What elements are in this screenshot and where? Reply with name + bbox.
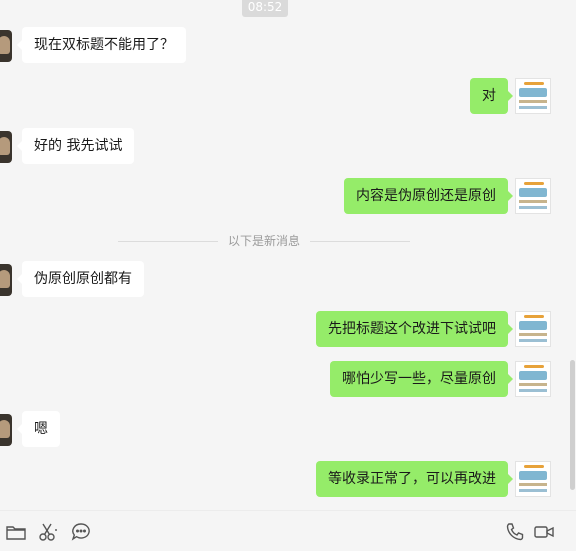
message-timestamp: 08:52 bbox=[242, 0, 288, 17]
message-bubble-incoming[interactable]: 好的 我先试试 bbox=[16, 128, 135, 164]
contact-avatar[interactable] bbox=[0, 30, 12, 62]
message-bubble-incoming[interactable]: 现在双标题不能用了？ bbox=[17, 27, 186, 63]
divider-line bbox=[310, 241, 410, 242]
contact-avatar[interactable] bbox=[0, 131, 12, 163]
message-bubble-outgoing[interactable]: 哪怕少写一些，尽量原创 bbox=[330, 361, 513, 397]
message-row: 好的 我先试试 bbox=[0, 128, 576, 168]
message-bubble-incoming[interactable]: 嗯 bbox=[17, 411, 60, 447]
my-avatar[interactable] bbox=[515, 78, 551, 114]
emoji-icon[interactable] bbox=[70, 521, 92, 543]
message-row: 先把标题这个改进下试试吧 bbox=[0, 311, 576, 351]
message-row: 嗯 bbox=[0, 411, 576, 451]
message-row: 对 bbox=[0, 78, 576, 118]
message-bubble-outgoing[interactable]: 先把标题这个改进下试试吧 bbox=[316, 311, 513, 347]
chat-messages-area[interactable]: 08:52 现在双标题不能用了？ 对 好的 我先试试 内容是伪原创还是原创 以下… bbox=[0, 0, 576, 510]
message-bubble-outgoing[interactable]: 内容是伪原创还是原创 bbox=[344, 178, 513, 214]
my-avatar[interactable] bbox=[515, 461, 551, 497]
new-messages-divider: 以下是新消息 bbox=[0, 231, 576, 251]
message-row: 现在双标题不能用了？ bbox=[0, 27, 576, 67]
message-row: 哪怕少写一些，尽量原创 bbox=[0, 361, 576, 401]
chat-scrollbar[interactable] bbox=[570, 360, 575, 490]
message-row: 内容是伪原创还是原创 bbox=[0, 178, 576, 218]
message-bubble-outgoing[interactable]: 对 bbox=[470, 78, 513, 114]
video-call-icon[interactable] bbox=[533, 521, 555, 543]
folder-icon[interactable] bbox=[5, 521, 27, 543]
divider-label: 以下是新消息 bbox=[227, 234, 300, 248]
message-row: 伪原创原创都有 bbox=[0, 261, 576, 301]
message-bubble-outgoing[interactable]: 等收录正常了，可以再改进 bbox=[316, 461, 513, 497]
my-avatar[interactable] bbox=[515, 178, 551, 214]
my-avatar[interactable] bbox=[515, 361, 551, 397]
my-avatar[interactable] bbox=[515, 311, 551, 347]
divider-line bbox=[118, 241, 218, 242]
message-row: 等收录正常了，可以再改进 bbox=[0, 461, 576, 501]
phone-icon[interactable] bbox=[504, 521, 526, 543]
contact-avatar[interactable] bbox=[0, 264, 12, 296]
message-bubble-incoming[interactable]: 伪原创原创都有 bbox=[17, 261, 144, 297]
contact-avatar[interactable] bbox=[0, 414, 12, 446]
input-toolbar bbox=[0, 510, 576, 551]
scissors-icon[interactable] bbox=[37, 521, 59, 543]
